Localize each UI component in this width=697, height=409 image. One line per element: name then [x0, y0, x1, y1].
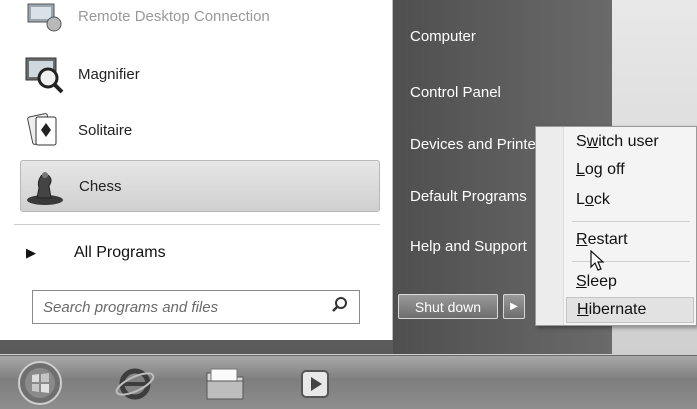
taskbar [0, 355, 697, 409]
access-key: S [576, 273, 587, 290]
access-key: o [584, 191, 594, 208]
shutdown-button[interactable]: Shut down [398, 294, 498, 319]
mouse-pointer-icon [590, 250, 605, 271]
menu-text: ibernate [588, 301, 647, 318]
right-item-control-panel[interactable]: Control Panel [410, 84, 540, 101]
chevron-right-icon: ▶ [510, 301, 518, 312]
start-menu: Remote Desktop Connection Magnifier Soli… [0, 0, 612, 354]
right-item-devices-printers[interactable]: Devices and Printers [410, 136, 535, 153]
menu-item-log-off[interactable]: Log off [566, 157, 694, 183]
search-box[interactable] [32, 290, 360, 324]
media-player-icon [301, 370, 329, 398]
program-solitaire[interactable]: Solitaire [20, 104, 380, 156]
access-key: R [576, 231, 588, 248]
program-magnifier[interactable]: Magnifier [20, 48, 380, 100]
access-key: L [576, 161, 585, 178]
menu-gutter [536, 127, 564, 325]
menu-text: og off [584, 161, 625, 178]
menu-item-sleep[interactable]: Sleep [566, 269, 694, 295]
file-explorer-icon [206, 368, 244, 400]
program-label: Magnifier [78, 65, 140, 83]
search-input[interactable] [43, 298, 331, 316]
shutdown-options-button[interactable]: ▶ [503, 294, 525, 319]
menu-item-hibernate[interactable]: Hibernate [566, 297, 694, 323]
program-label: Remote Desktop Connection [78, 7, 270, 25]
magnifier-icon [20, 52, 68, 96]
solitaire-icon [20, 108, 68, 152]
program-chess[interactable]: Chess [20, 160, 380, 212]
start-orb-icon[interactable] [14, 359, 66, 407]
menu-text: L [576, 191, 585, 208]
access-key: w [586, 133, 599, 150]
all-programs-button[interactable]: ▶ All Programs [18, 236, 378, 270]
menu-text: leep [586, 273, 617, 290]
power-options-menu: Sw itch user Log off Lo ck Restart Sleep H… [535, 126, 697, 326]
menu-item-restart[interactable]: Restart [566, 227, 694, 253]
menu-item-switch-user[interactable]: Sw itch user [566, 129, 694, 155]
start-menu-left-pane: Remote Desktop Connection Magnifier Soli… [0, 0, 393, 340]
taskbar-internet-explorer[interactable] [108, 362, 162, 406]
remote-desktop-icon [20, 0, 68, 38]
program-remote-desktop[interactable]: Remote Desktop Connection [20, 0, 380, 42]
right-item-help-support[interactable]: Help and Support [410, 238, 535, 255]
menu-text: ck [593, 191, 610, 208]
program-label: Chess [79, 177, 122, 195]
menu-item-lock[interactable]: Lo ck [566, 187, 694, 213]
program-label: Solitaire [78, 121, 133, 139]
menu-separator [572, 221, 690, 222]
right-triangle-icon: ▶ [26, 245, 36, 261]
access-key: H [577, 301, 589, 318]
chess-icon [21, 164, 69, 208]
menu-text: itch user [598, 133, 659, 150]
all-programs-label: All Programs [74, 244, 166, 261]
search-icon[interactable] [331, 296, 349, 318]
taskbar-file-explorer[interactable] [198, 362, 252, 406]
menu-divider [14, 224, 380, 225]
menu-text: S [576, 133, 587, 150]
menu-text: estart [587, 231, 628, 248]
right-item-computer[interactable]: Computer [410, 28, 540, 45]
right-item-default-programs[interactable]: Default Programs [410, 188, 535, 205]
internet-explorer-icon [115, 368, 155, 400]
taskbar-media-player[interactable] [288, 362, 342, 406]
